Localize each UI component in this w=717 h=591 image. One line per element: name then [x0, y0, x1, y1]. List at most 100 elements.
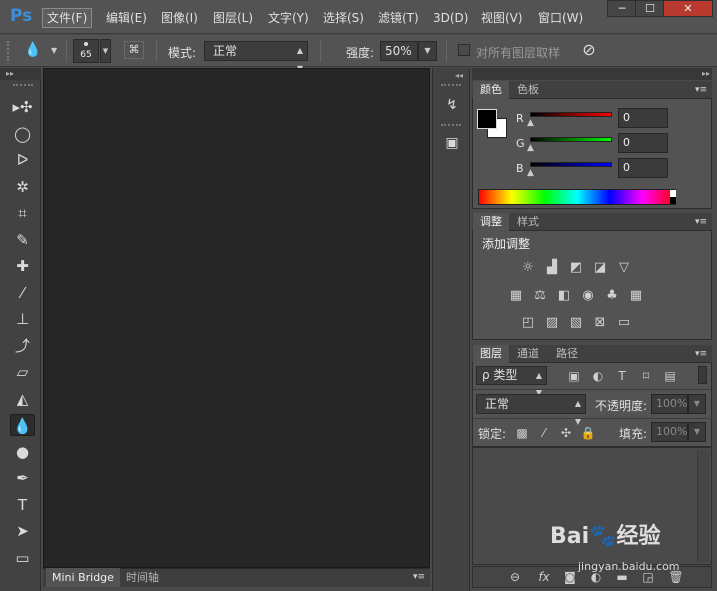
crop-icon[interactable]: ⌗	[10, 202, 35, 224]
blue-channel-slider[interactable]	[530, 162, 612, 167]
strength-input[interactable]: 50%	[380, 41, 418, 61]
move-icon[interactable]: ▸✣	[10, 96, 35, 118]
pen-icon[interactable]: ✒	[10, 467, 35, 489]
lock-image-icon[interactable]: ⁄	[536, 425, 552, 441]
menu-3d[interactable]: 3D(D)	[429, 8, 472, 28]
adjustments-panel-menu-icon[interactable]: ▾≡	[692, 215, 710, 229]
filter-smart-object-icon[interactable]: ▤	[662, 368, 678, 384]
eyedropper-icon[interactable]: ✎	[10, 229, 35, 251]
tab-color[interactable]: 颜色	[473, 81, 509, 99]
blur-tool-preset-icon[interactable]: 💧	[24, 42, 41, 58]
layer-filter-select[interactable]: ρ 类型 ▲ ▼	[476, 366, 547, 397]
link-layers-icon[interactable]: ⊖	[507, 569, 523, 585]
menu-window[interactable]: 窗口(W)	[534, 8, 587, 28]
red-channel-input[interactable]: 0	[618, 108, 668, 128]
gradient-map-icon[interactable]: ▭	[615, 315, 633, 331]
healing-brush-icon[interactable]: ✚	[10, 255, 35, 277]
curves-icon[interactable]: ◩	[567, 260, 585, 276]
invert-icon[interactable]: ◰	[519, 315, 537, 331]
tab-layers[interactable]: 图层	[473, 345, 509, 363]
minimize-button[interactable]: ─	[607, 0, 637, 17]
red-slider-thumb-icon[interactable]: ▲	[527, 118, 534, 128]
marquee-icon[interactable]: ◯	[10, 123, 35, 145]
tab-styles[interactable]: 样式	[510, 213, 546, 231]
canvas-area[interactable]	[43, 68, 430, 568]
filter-pixel-icon[interactable]: ▣	[566, 368, 582, 384]
preset-chevron-down-icon[interactable]: ▼	[51, 46, 57, 55]
blue-slider-thumb-icon[interactable]: ▲	[527, 168, 534, 178]
layers-panel-menu-icon[interactable]: ▾≡	[692, 347, 710, 361]
dodge-icon[interactable]: ●	[10, 441, 35, 463]
opacity-input[interactable]: 100%	[651, 394, 688, 414]
green-channel-slider[interactable]	[530, 137, 612, 142]
magic-wand-icon[interactable]: ✲	[10, 176, 35, 198]
black-white-icon[interactable]: ◧	[555, 288, 573, 304]
type-icon[interactable]: T	[10, 494, 35, 516]
fill-input[interactable]: 100%	[651, 422, 688, 442]
right-dock-collapse-icon[interactable]: ▸▸	[702, 69, 710, 78]
brightness-contrast-icon[interactable]: ☼	[519, 260, 537, 276]
brush-icon[interactable]: ⁄	[10, 282, 35, 304]
lock-position-icon[interactable]: ✣	[558, 425, 574, 441]
menu-layer[interactable]: 图层(L)	[209, 8, 257, 28]
lasso-icon[interactable]: ᐅ	[10, 149, 35, 171]
pressure-size-icon[interactable]: ⊘	[578, 40, 600, 62]
menu-select[interactable]: 选择(S)	[319, 8, 368, 28]
layer-style-icon[interactable]: fx	[536, 569, 552, 585]
green-channel-input[interactable]: 0	[618, 133, 668, 153]
brush-picker-chevron-down-icon[interactable]: ▼	[100, 39, 111, 63]
filter-toggle-switch[interactable]	[698, 366, 707, 384]
filter-adjustment-icon[interactable]: ◐	[590, 368, 606, 384]
blend-mode-select[interactable]: 正常 ▲ ▼	[476, 394, 586, 426]
photo-filter-icon[interactable]: ◉	[579, 288, 597, 304]
path-select-icon[interactable]: ➤	[10, 520, 35, 542]
filter-type-icon[interactable]: T	[614, 368, 630, 384]
spectrum-white-swatch[interactable]	[670, 190, 676, 197]
color-panel-menu-icon[interactable]: ▾≡	[692, 83, 710, 97]
layer-mask-icon[interactable]: ◙	[562, 569, 578, 585]
threshold-icon[interactable]: ▧	[567, 315, 585, 331]
layers-scrollbar[interactable]	[697, 450, 709, 562]
foreground-color-swatch[interactable]	[477, 109, 497, 129]
bottom-panel-menu-icon[interactable]: ▾≡	[410, 570, 428, 584]
opacity-chevron-down-icon[interactable]: ▼	[688, 394, 706, 414]
lock-all-icon[interactable]: 🔒	[580, 425, 596, 441]
channel-mixer-icon[interactable]: ♣	[603, 288, 621, 304]
exposure-icon[interactable]: ◪	[591, 260, 609, 276]
history-panel-icon[interactable]: ↯	[441, 94, 463, 116]
eraser-icon[interactable]: ▱	[10, 361, 35, 383]
strength-chevron-down-icon[interactable]: ▼	[418, 41, 437, 61]
color-lookup-icon[interactable]: ▦	[627, 288, 645, 304]
red-channel-slider[interactable]	[530, 112, 612, 117]
vibrance-icon[interactable]: ▽	[615, 260, 633, 276]
tab-paths[interactable]: 路径	[549, 345, 585, 363]
posterize-icon[interactable]: ▨	[543, 315, 561, 331]
blue-channel-input[interactable]: 0	[618, 158, 668, 178]
menu-filter[interactable]: 滤镜(T)	[374, 8, 423, 28]
mode-select[interactable]: 正常 ▲▼	[204, 41, 308, 73]
tab-channels[interactable]: 通道	[510, 345, 546, 363]
spectrum-black-swatch[interactable]	[670, 197, 676, 204]
green-slider-thumb-icon[interactable]: ▲	[527, 143, 534, 153]
menu-file[interactable]: 文件(F)	[42, 8, 93, 28]
lock-transparent-icon[interactable]: ▩	[514, 425, 530, 441]
color-balance-icon[interactable]: ⚖	[531, 288, 549, 304]
blur-icon[interactable]: 💧	[10, 414, 35, 436]
stamp-icon[interactable]: ⊥	[10, 308, 35, 330]
brush-size-picker[interactable]: 65	[73, 39, 99, 63]
tab-adjustments[interactable]: 调整	[473, 213, 509, 231]
fill-chevron-down-icon[interactable]: ▼	[688, 422, 706, 442]
menu-view[interactable]: 视图(V)	[477, 8, 527, 28]
menu-type[interactable]: 文字(Y)	[264, 8, 313, 28]
hue-saturation-icon[interactable]: ▦	[507, 288, 525, 304]
menu-image[interactable]: 图像(I)	[157, 8, 202, 28]
dock-expand-icon[interactable]: ◂◂	[455, 71, 463, 80]
tab-timeline[interactable]: 时间轴	[120, 568, 165, 587]
sample-all-layers-checkbox[interactable]	[458, 44, 470, 56]
paint-bucket-icon[interactable]: ◭	[10, 388, 35, 410]
brush-panel-toggle-icon[interactable]: ⌘	[124, 41, 144, 59]
menu-edit[interactable]: 编辑(E)	[102, 8, 151, 28]
filter-shape-icon[interactable]: ⌑	[638, 368, 654, 384]
tab-mini-bridge[interactable]: Mini Bridge	[46, 568, 120, 587]
history-brush-icon[interactable]: ⤴	[10, 335, 35, 357]
